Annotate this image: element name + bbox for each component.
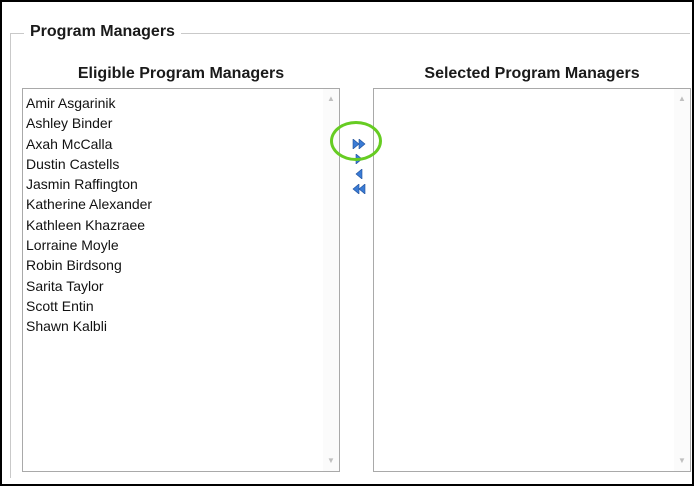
list-item[interactable]: Lorraine Moyle [25,235,321,255]
list-item[interactable]: Katherine Alexander [25,194,321,214]
selected-scrollbar[interactable]: ▲ ▼ [674,89,690,471]
list-item[interactable]: Shawn Kalbli [25,316,321,336]
eligible-scrollbar[interactable]: ▲ ▼ [323,89,339,471]
scroll-up-icon[interactable]: ▲ [323,92,339,106]
list-item[interactable]: Ashley Binder [25,113,321,133]
eligible-list-title: Eligible Program Managers [77,65,285,82]
list-item[interactable]: Robin Birdsong [25,255,321,275]
double-right-arrow-icon [352,139,366,149]
list-item[interactable]: Sarita Taylor [25,276,321,296]
right-arrow-icon [355,154,363,164]
list-item[interactable]: Kathleen Khazraee [25,215,321,235]
remove-selected-button[interactable] [348,167,370,181]
scroll-up-icon[interactable]: ▲ [674,92,690,106]
double-left-arrow-icon [352,184,366,194]
list-item[interactable]: Scott Entin [25,296,321,316]
left-arrow-icon [355,169,363,179]
eligible-items-list: Amir Asgarinik Ashley Binder Axah McCalla D… [25,93,321,337]
eligible-listbox[interactable]: Amir Asgarinik Ashley Binder Axah McCalla D… [22,88,340,472]
list-item[interactable]: Jasmin Raffington [25,174,321,194]
add-selected-button[interactable] [348,152,370,166]
scroll-down-icon[interactable]: ▼ [674,454,690,468]
section-title: Program Managers [24,20,181,44]
list-item[interactable]: Dustin Castells [25,154,321,174]
selected-list-title: Selected Program Managers [424,65,640,82]
scroll-down-icon[interactable]: ▼ [323,454,339,468]
list-item[interactable]: Amir Asgarinik [25,93,321,113]
list-item[interactable]: Axah McCalla [25,134,321,154]
remove-all-button[interactable] [348,182,370,196]
selected-listbox[interactable]: ▲ ▼ [373,88,691,472]
add-all-button[interactable] [348,137,370,151]
